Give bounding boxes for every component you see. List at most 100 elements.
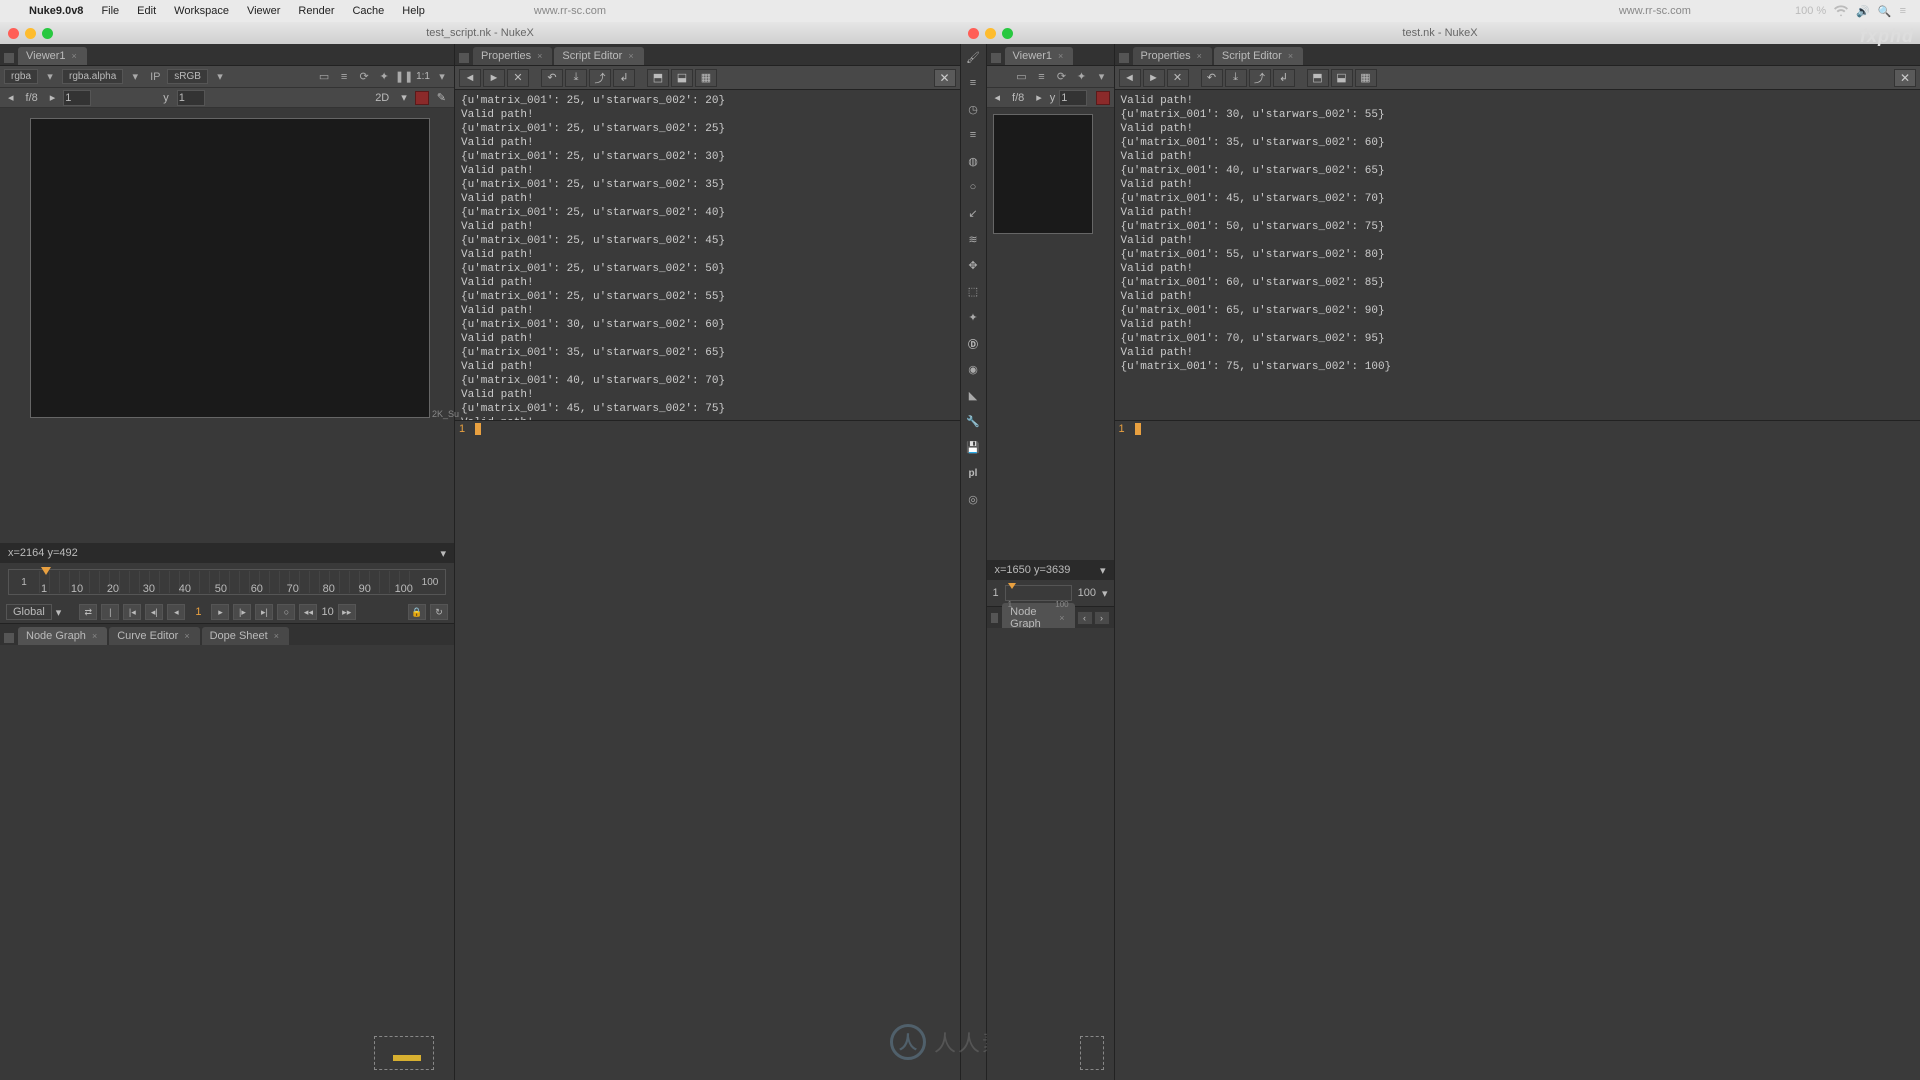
- wrench-icon[interactable]: 🔧: [964, 412, 982, 430]
- both-icon[interactable]: ▦: [1355, 69, 1377, 87]
- prev-icon[interactable]: ◂: [4, 91, 18, 104]
- tab-viewer1[interactable]: Viewer1 ×: [18, 47, 87, 65]
- move-icon[interactable]: ✥: [964, 256, 982, 274]
- layers-icon[interactable]: ≋: [964, 230, 982, 248]
- nodegraph-canvas[interactable]: [0, 645, 454, 1080]
- close-icon[interactable]: ×: [1288, 51, 1293, 61]
- next-icon[interactable]: ▸: [46, 91, 60, 104]
- rows-icon[interactable]: ≡: [964, 74, 982, 92]
- y-input[interactable]: 1: [177, 90, 205, 106]
- list-icon[interactable]: ≡: [1034, 69, 1050, 85]
- timeline-track[interactable]: 1102030405060708090100: [39, 571, 415, 593]
- timeline-end[interactable]: 100: [1078, 587, 1096, 599]
- eye-icon[interactable]: ◉: [964, 360, 982, 378]
- chevron-down-icon[interactable]: ▾: [56, 606, 62, 619]
- tab-properties[interactable]: Properties×: [1133, 47, 1212, 65]
- app-name[interactable]: Nuke9.0v8: [20, 5, 92, 17]
- play-forward-icon[interactable]: ▸: [211, 604, 229, 620]
- frame-input[interactable]: 1: [1059, 90, 1087, 106]
- pane-menu-icon[interactable]: [4, 633, 14, 643]
- output-icon[interactable]: ⬒: [647, 69, 669, 87]
- key-first-icon[interactable]: |: [101, 604, 119, 620]
- next-icon[interactable]: ▸: [1032, 91, 1046, 104]
- arrow-down-icon[interactable]: ↙: [964, 204, 982, 222]
- goto-end-icon[interactable]: ▸|: [255, 604, 273, 620]
- input-icon[interactable]: ⬓: [1331, 69, 1353, 87]
- chevron-down-icon[interactable]: ▾: [397, 91, 411, 104]
- layout-icon[interactable]: ▭: [1014, 69, 1030, 85]
- globe-icon[interactable]: ◍: [964, 152, 982, 170]
- skip-back-icon[interactable]: ◂◂: [299, 604, 317, 620]
- playhead-icon[interactable]: [1008, 583, 1016, 589]
- close-icon[interactable]: ×: [92, 631, 97, 641]
- tag-icon[interactable]: ◣: [964, 386, 982, 404]
- forward-icon[interactable]: ►: [483, 69, 505, 87]
- nodegraph-canvas[interactable]: [987, 628, 1114, 1080]
- tab-nodegraph[interactable]: Node Graph×: [18, 627, 107, 645]
- channels-select[interactable]: rgba: [4, 69, 38, 84]
- clear-icon[interactable]: ✕: [1167, 69, 1189, 87]
- skip-value[interactable]: 10: [321, 606, 333, 618]
- lines-icon[interactable]: ≡: [964, 126, 982, 144]
- chevron-down-icon[interactable]: ▾: [440, 547, 446, 560]
- menu-workspace[interactable]: Workspace: [165, 5, 238, 17]
- close-window-icon[interactable]: [968, 28, 979, 39]
- record-button[interactable]: [1096, 91, 1110, 105]
- nav-left-icon[interactable]: ‹: [1077, 611, 1093, 625]
- close-window-icon[interactable]: [8, 28, 19, 39]
- tab-dopesheet[interactable]: Dope Sheet×: [202, 627, 289, 645]
- chevron-down-icon[interactable]: ▾: [127, 69, 143, 85]
- output-icon[interactable]: ⬒: [1307, 69, 1329, 87]
- pause-icon[interactable]: ❚❚: [396, 69, 412, 85]
- close-icon[interactable]: ×: [537, 51, 542, 61]
- layout-icon[interactable]: ▭: [316, 69, 332, 85]
- both-icon[interactable]: ▦: [695, 69, 717, 87]
- prev-icon[interactable]: ◂: [991, 91, 1005, 104]
- zoom-value[interactable]: 1:1: [416, 71, 430, 82]
- menu-icon[interactable]: ≡: [1896, 5, 1910, 17]
- help-icon[interactable]: ◎: [964, 490, 982, 508]
- timeline-start[interactable]: 1: [993, 587, 999, 599]
- menu-edit[interactable]: Edit: [128, 5, 165, 17]
- pane-menu-icon[interactable]: [459, 53, 469, 63]
- pane-menu-icon[interactable]: [991, 53, 1001, 63]
- viewer-canvas[interactable]: [987, 108, 1114, 560]
- alpha-select[interactable]: rgba.alpha: [62, 69, 123, 84]
- sync-icon[interactable]: ⇄: [79, 604, 97, 620]
- minimap[interactable]: [1080, 1036, 1104, 1070]
- paint-icon[interactable]: 🖌: [964, 48, 982, 66]
- chevron-icon[interactable]: ▾: [1094, 69, 1110, 85]
- timeline-end[interactable]: 100: [415, 577, 445, 588]
- step-back-icon[interactable]: ◂|: [145, 604, 163, 620]
- refresh-icon[interactable]: ⟳: [1054, 69, 1070, 85]
- minimize-window-icon[interactable]: [25, 28, 36, 39]
- close-icon[interactable]: ×: [1197, 51, 1202, 61]
- playhead-icon[interactable]: [41, 567, 51, 575]
- script-input[interactable]: 1: [1115, 420, 1920, 437]
- run-icon[interactable]: ↲: [613, 69, 635, 87]
- pl-icon[interactable]: pl: [964, 464, 982, 482]
- chevron-down-icon[interactable]: ▾: [1102, 587, 1108, 600]
- back-icon[interactable]: ◄: [1119, 69, 1141, 87]
- close-icon[interactable]: ×: [1058, 51, 1063, 61]
- script-input-area[interactable]: [1115, 437, 1920, 1080]
- close-panel-icon[interactable]: ✕: [934, 69, 956, 87]
- d-icon[interactable]: Ⓓ: [964, 334, 982, 352]
- menu-help[interactable]: Help: [393, 5, 434, 17]
- minimap[interactable]: [374, 1036, 434, 1070]
- pane-menu-icon[interactable]: [4, 53, 14, 63]
- script-input[interactable]: 1: [455, 420, 960, 437]
- close-icon[interactable]: ×: [1059, 613, 1064, 623]
- timeline-start[interactable]: 1: [9, 577, 39, 588]
- refresh-icon[interactable]: ⟳: [356, 69, 372, 85]
- ip-icon[interactable]: IP: [147, 69, 163, 85]
- save-icon[interactable]: 💾: [964, 438, 982, 456]
- colorspace-select[interactable]: sRGB: [167, 69, 208, 84]
- list-icon[interactable]: ≡: [336, 69, 352, 85]
- back-icon[interactable]: ◄: [459, 69, 481, 87]
- step-fwd-icon[interactable]: |▸: [233, 604, 251, 620]
- target-icon[interactable]: ✦: [376, 69, 392, 85]
- clock-icon[interactable]: ◷: [964, 100, 982, 118]
- chevron-down-icon[interactable]: ▾: [42, 69, 58, 85]
- menu-render[interactable]: Render: [289, 5, 343, 17]
